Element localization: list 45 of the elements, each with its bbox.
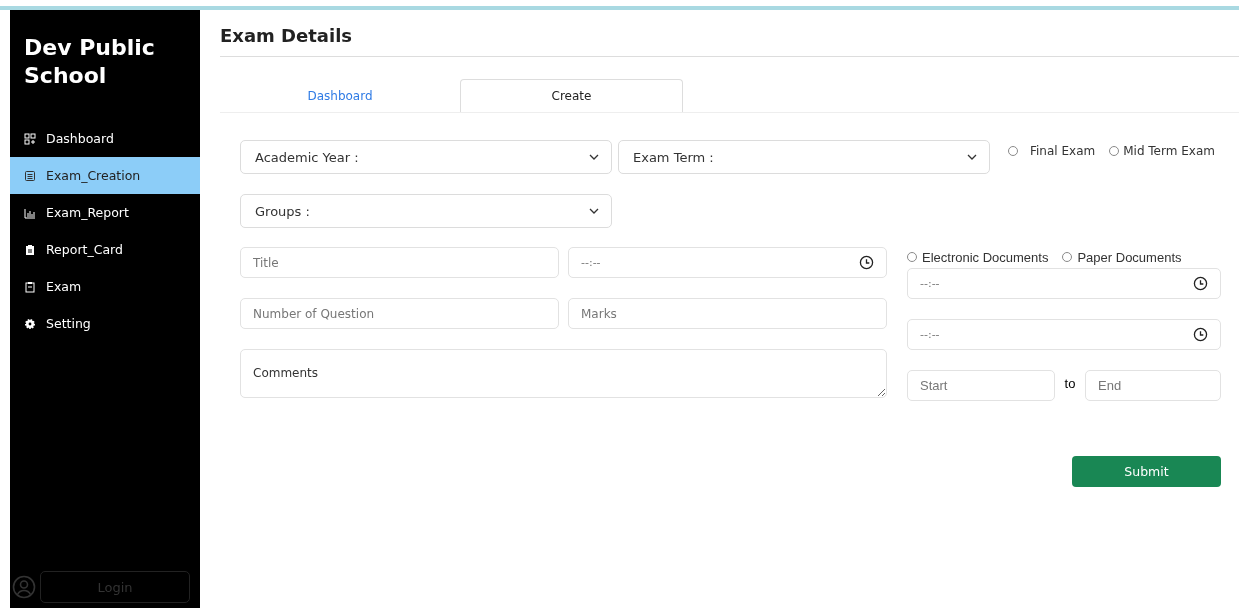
caret-icon [589,208,599,214]
range-separator: to [1063,375,1077,391]
sidebar-item[interactable]: Exam_Report [10,194,200,231]
input-field[interactable]: Start [907,370,1055,401]
tab[interactable]: Create [460,79,683,112]
select-field[interactable]: Groups : [240,194,612,228]
radio-label: Electronic Documents [922,249,1049,265]
time-field[interactable]: --:-- [907,319,1221,350]
school-name: Dev Public School [23,34,156,90]
select-field[interactable]: Exam Term : [618,140,990,174]
input-field[interactable]: Marks [568,298,887,329]
sidebar-item[interactable]: Report_Card [10,231,200,268]
user-avatar-icon [12,575,36,599]
comments-field[interactable]: Comments [240,349,887,398]
bar-chart-icon [24,206,36,219]
grid-icon [24,132,36,145]
clock-icon[interactable] [1193,276,1208,291]
clock-icon[interactable] [859,255,874,270]
input-field[interactable]: End [1085,370,1221,401]
settings-icon [24,317,36,330]
clipboard-icon [24,280,36,293]
sidebar-item[interactable]: Dashboard [10,120,200,157]
page-title: Exam Details [220,10,1239,57]
sidebar-item[interactable]: Exam_Creation [10,157,200,194]
radio-button[interactable] [1008,146,1018,156]
sidebar-item[interactable]: Exam [10,268,200,305]
radio-button[interactable] [907,252,917,262]
submit-button[interactable]: Submit [1072,456,1221,487]
card-icon [24,243,36,256]
input-field[interactable]: Number of Question [240,298,559,329]
tab[interactable]: Dashboard [220,79,460,112]
caret-icon [589,154,599,160]
clock-icon[interactable] [1193,327,1208,342]
caret-icon [967,154,977,160]
time-field[interactable]: --:-- [907,268,1221,299]
radio-label: Paper Documents [1077,249,1182,265]
input-field[interactable]: Title [240,247,559,278]
radio-button[interactable] [1062,252,1073,262]
time-field[interactable]: --:-- [568,247,887,278]
sidebar-item[interactable]: Setting [10,305,200,342]
list-icon [24,169,36,182]
radio-label: Mid Term Exam [1123,144,1215,158]
select-field[interactable]: Academic Year : [240,140,612,174]
radio-label: Final Exam [1030,144,1096,158]
radio-button[interactable] [1109,146,1120,156]
